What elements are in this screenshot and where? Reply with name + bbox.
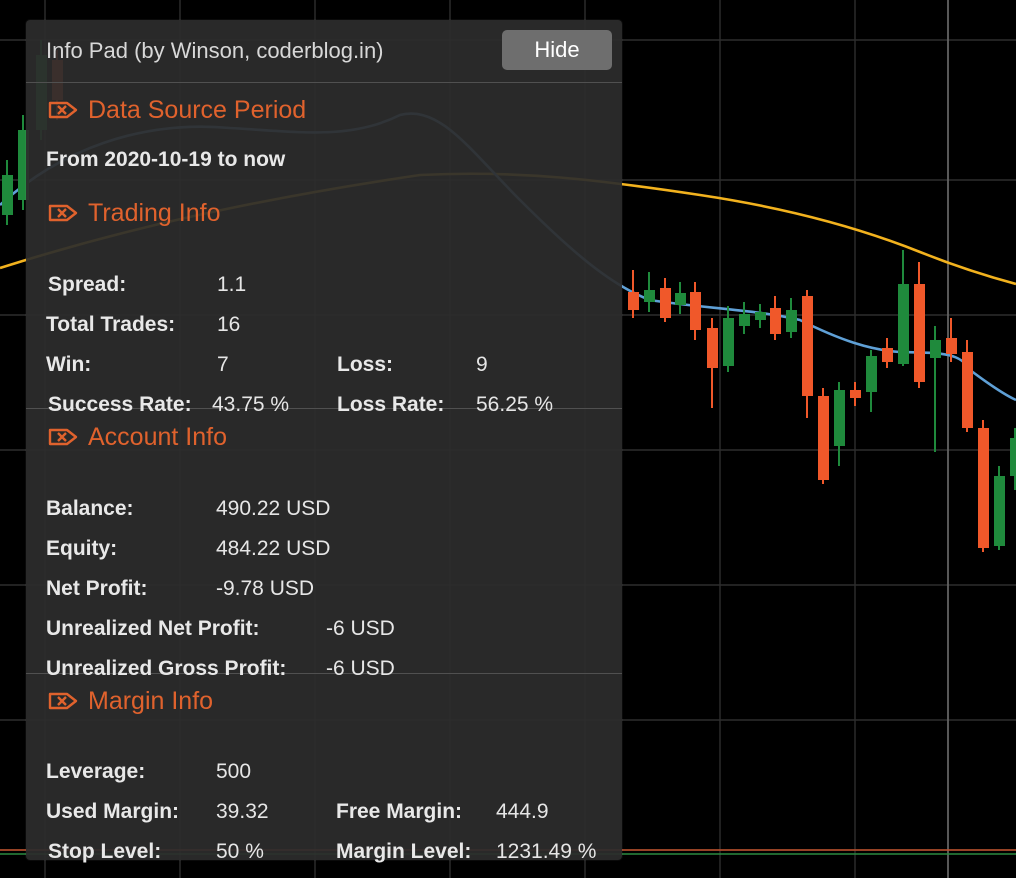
free-margin-label: Free Margin: bbox=[336, 800, 463, 823]
bearish-candle bbox=[818, 396, 829, 480]
used-margin-value: 39.32 bbox=[216, 800, 269, 823]
total-trades-value: 16 bbox=[217, 313, 241, 336]
net-profit-value: -9.78 USD bbox=[216, 577, 315, 600]
balance-label: Balance: bbox=[46, 497, 134, 520]
bullish-candle bbox=[1010, 438, 1016, 476]
panel-header: Info Pad (by Winson, coderblog.in) Hide bbox=[26, 20, 622, 83]
stop-level-value: 50 % bbox=[216, 840, 264, 863]
equity-value: 484.22 USD bbox=[216, 537, 331, 560]
free-margin-value: 444.9 bbox=[496, 800, 549, 823]
unrealized-net-profit-value: -6 USD bbox=[326, 617, 395, 640]
trading-info-section: Trading Info Spread: 1.1 Total Trades: 1… bbox=[26, 196, 622, 416]
total-trades-label: Total Trades: bbox=[46, 313, 176, 336]
collapse-tag-icon bbox=[48, 692, 78, 710]
margin-info-title: Margin Info bbox=[88, 686, 214, 715]
bearish-candle bbox=[946, 338, 957, 354]
equity-label: Equity: bbox=[46, 537, 118, 560]
bearish-candle bbox=[850, 390, 861, 398]
leverage-label: Leverage: bbox=[46, 760, 146, 783]
margin-info-header[interactable]: Margin Info bbox=[48, 686, 213, 716]
spread-label: Spread: bbox=[48, 273, 127, 296]
loss-value: 9 bbox=[476, 353, 488, 376]
bullish-candle bbox=[898, 284, 909, 364]
bearish-candle bbox=[690, 292, 701, 330]
win-value: 7 bbox=[217, 353, 229, 376]
bearish-candle bbox=[914, 284, 925, 382]
bearish-candle bbox=[882, 348, 893, 362]
trading-info-header[interactable]: Trading Info bbox=[48, 198, 220, 228]
trading-info-title: Trading Info bbox=[88, 198, 221, 227]
unrealized-net-profit-label: Unrealized Net Profit: bbox=[46, 617, 260, 640]
account-info-section: Account Info Balance: 490.22 USD Equity:… bbox=[26, 409, 622, 680]
margin-info-section: Margin Info Leverage: 500 Used Margin: 3… bbox=[26, 674, 622, 864]
info-pad-panel: Info Pad (by Winson, coderblog.in) Hide … bbox=[26, 20, 622, 864]
win-label: Win: bbox=[46, 353, 92, 376]
bullish-candle bbox=[930, 340, 941, 358]
bullish-candle bbox=[723, 318, 734, 366]
loss-label: Loss: bbox=[337, 353, 394, 376]
collapse-tag-icon bbox=[48, 204, 78, 222]
balance-value: 490.22 USD bbox=[216, 497, 331, 520]
collapse-tag-icon bbox=[48, 101, 78, 119]
net-profit-label: Net Profit: bbox=[46, 577, 148, 600]
data-source-header[interactable]: Data Source Period bbox=[48, 95, 306, 125]
leverage-value: 500 bbox=[216, 760, 252, 783]
margin-level-label: Margin Level: bbox=[336, 840, 472, 863]
account-info-header[interactable]: Account Info bbox=[48, 422, 227, 452]
panel-title: Info Pad (by Winson, coderblog.in) bbox=[46, 38, 384, 63]
bearish-candle bbox=[802, 296, 813, 396]
bullish-candle bbox=[994, 476, 1005, 546]
used-margin-label: Used Margin: bbox=[46, 800, 180, 823]
account-info-title: Account Info bbox=[88, 422, 227, 451]
bearish-candle bbox=[628, 292, 639, 310]
bearish-candle bbox=[770, 308, 781, 334]
bearish-candle bbox=[962, 352, 973, 428]
stop-level-label: Stop Level: bbox=[48, 840, 162, 863]
data-source-period: From 2020-10-19 to now bbox=[46, 148, 286, 171]
bullish-candle bbox=[739, 314, 750, 326]
bullish-candle bbox=[2, 175, 13, 215]
bearish-candle bbox=[707, 328, 718, 368]
bullish-candle bbox=[786, 310, 797, 332]
spread-value: 1.1 bbox=[217, 273, 247, 296]
bullish-candle bbox=[644, 290, 655, 302]
bullish-candle bbox=[755, 312, 766, 320]
bearish-candle bbox=[978, 428, 989, 548]
bullish-candle bbox=[834, 390, 845, 446]
bullish-candle bbox=[866, 356, 877, 392]
data-source-section: Data Source Period From 2020-10-19 to no… bbox=[26, 83, 622, 196]
margin-level-value: 1231.49 % bbox=[496, 840, 597, 863]
hide-button[interactable]: Hide bbox=[502, 30, 612, 70]
bearish-candle bbox=[660, 288, 671, 318]
collapse-tag-icon bbox=[48, 428, 78, 446]
bullish-candle bbox=[675, 293, 686, 305]
data-source-title: Data Source Period bbox=[88, 95, 307, 124]
